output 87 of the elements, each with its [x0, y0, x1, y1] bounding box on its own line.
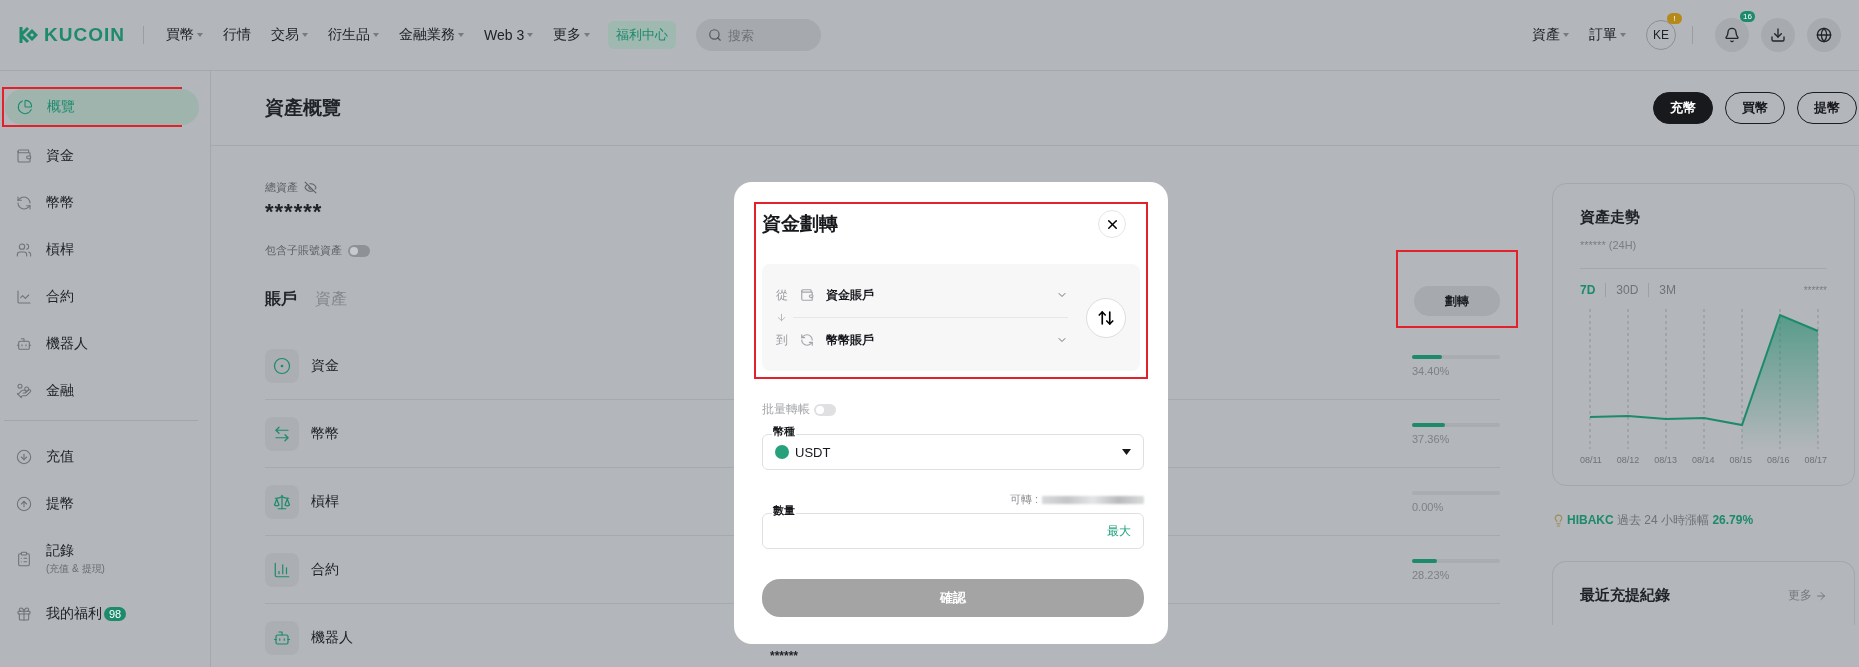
card-title: 資產走勢 — [1580, 208, 1641, 227]
date-label: 08/13 — [1654, 455, 1677, 465]
alert-badge: ! — [1667, 13, 1682, 24]
eye-off-icon[interactable] — [304, 181, 317, 194]
tip-text: HIBAKC 過去 24 小時漲幅 26.79% — [1567, 512, 1754, 529]
field-label: 數量 — [772, 504, 796, 517]
account-balance: ****** — [770, 649, 799, 663]
caret-icon — [1563, 33, 1569, 37]
download-circle-icon — [16, 449, 32, 465]
coin-icon — [775, 445, 789, 459]
arrow-right-icon — [1815, 589, 1827, 602]
field-label: 幣種 — [772, 425, 796, 438]
date-label: 08/14 — [1691, 455, 1715, 465]
lightbulb-icon — [1552, 514, 1565, 527]
dot-circle-icon — [273, 356, 291, 375]
toggle-switch[interactable] — [814, 403, 836, 416]
total-assets-label: 總資產 — [265, 180, 298, 195]
date-label: 08/11 — [1580, 455, 1602, 465]
sidebar-item[interactable]: 幣幣 — [4, 185, 198, 221]
robot-icon — [16, 336, 32, 352]
dialog-title: 資金劃轉 — [762, 212, 838, 236]
sidebar-item[interactable]: 槓桿 — [4, 232, 198, 268]
card-title: 最近充提紀錄 — [1580, 586, 1670, 605]
account-dropdown[interactable]: 從 資金賬戶 — [776, 278, 1068, 312]
nav-menu-item[interactable]: 交易 — [262, 26, 316, 44]
sidebar-item[interactable]: 提幣 — [4, 486, 198, 522]
sidebar-item[interactable]: 記錄 (充值 & 提現) — [4, 533, 198, 585]
swap-arrows-icon — [273, 424, 291, 443]
download-button[interactable] — [1761, 18, 1795, 52]
close-button[interactable] — [1098, 210, 1126, 238]
sidebar-item[interactable]: 充值 — [4, 439, 198, 475]
date-label: 08/16 — [1766, 455, 1790, 465]
hand-coins-icon — [16, 383, 32, 399]
refresh-icon — [800, 333, 814, 347]
globe-icon — [1816, 27, 1832, 43]
nav-menu-item[interactable]: 資產 — [1524, 26, 1577, 44]
refresh-icon — [16, 195, 32, 211]
account-dropdown[interactable]: 到 幣幣賬戶 — [776, 323, 1068, 357]
nav-menu-item[interactable]: 更多 — [545, 26, 599, 44]
nav-menu-item[interactable]: 衍生品 — [319, 26, 387, 44]
date-label: 08/15 — [1729, 455, 1752, 465]
caret-icon — [1620, 33, 1626, 37]
nav-menu-item[interactable]: 金融業務 — [390, 26, 472, 44]
notification-button[interactable] — [1715, 18, 1749, 52]
page-title: 資產概覽 — [265, 96, 342, 120]
nav-menu-item[interactable]: 行情 — [214, 26, 259, 44]
sidebar-item[interactable]: 金融 — [4, 373, 198, 409]
sidebar-item[interactable]: 我的福利 98 — [4, 596, 198, 632]
count-badge: 16 — [1740, 11, 1755, 22]
search-field[interactable]: 搜索 — [696, 19, 822, 51]
nav-menu-item[interactable]: 買幣 — [157, 26, 211, 44]
change-value: ****** (24H) — [1580, 239, 1638, 251]
nav-menu-item[interactable]: 訂單 — [1581, 26, 1634, 44]
upload-circle-icon — [16, 496, 32, 512]
pie-chart-icon — [17, 99, 33, 115]
sidebar-item[interactable]: 機器人 — [4, 326, 198, 362]
scale-icon — [273, 492, 291, 511]
line-chart-icon — [16, 289, 32, 305]
tab[interactable]: 賬戶 — [265, 288, 297, 310]
download-icon — [1770, 27, 1786, 43]
hidden-value: ****** — [1803, 284, 1827, 296]
robot-icon — [273, 628, 291, 647]
available-label: 可轉 : — [1009, 492, 1038, 507]
action-button[interactable]: 充幣 — [1653, 92, 1713, 124]
bar-chart-icon — [273, 560, 291, 579]
people-icon — [16, 242, 32, 258]
bell-icon — [1724, 27, 1740, 43]
search-icon — [708, 28, 723, 42]
gift-icon — [16, 606, 32, 622]
date-label: 08/12 — [1616, 455, 1640, 465]
sidebar-item[interactable]: 資金 — [4, 138, 198, 174]
subaccount-label: 包含子賬號資產 — [265, 243, 342, 258]
date-label: 08/17 — [1804, 455, 1827, 465]
caret-icon — [1122, 449, 1131, 455]
sidebar-item[interactable]: 合約 — [4, 279, 198, 315]
down-arrow-icon — [776, 312, 787, 323]
swap-button[interactable] — [1086, 297, 1126, 338]
swap-icon — [1097, 308, 1115, 327]
language-button[interactable] — [1807, 18, 1841, 52]
toggle-switch[interactable] — [348, 244, 370, 257]
batch-transfer-label: 批量轉帳 — [762, 401, 810, 418]
nav-menu-item[interactable]: Web 3 — [475, 27, 542, 43]
total-assets-value: ****** — [265, 199, 323, 225]
wallet-icon — [16, 148, 32, 164]
transfer-button[interactable]: 劃轉 — [1414, 286, 1500, 316]
wallet-icon — [800, 288, 814, 302]
clipboard-icon — [16, 551, 32, 567]
